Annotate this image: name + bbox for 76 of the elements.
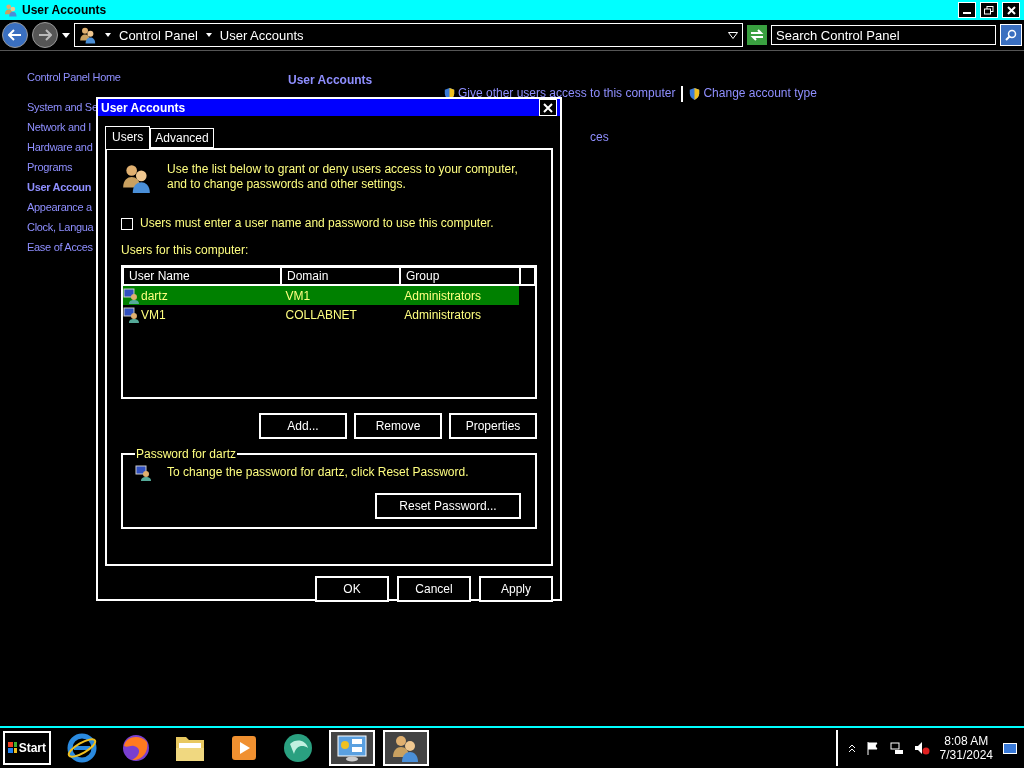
breadcrumb[interactable]: Control Panel — [119, 27, 198, 43]
clock-date[interactable]: 7/31/2024 — [939, 748, 993, 762]
app-icon — [4, 3, 18, 17]
group-title: Password for dartz — [135, 447, 238, 461]
browser-icon — [66, 732, 98, 764]
table-cell-text: VM1 — [284, 288, 312, 303]
close-button[interactable] — [539, 99, 557, 116]
close-button[interactable] — [1002, 2, 1020, 18]
caret-icon[interactable] — [205, 33, 212, 37]
sidebar-link[interactable]: Control Panel Home — [27, 71, 232, 83]
user-row[interactable]: dartz VM1 Administrators — [123, 286, 519, 305]
password-text: To change the password for dartz, click Reset Password. — [167, 465, 469, 480]
user-icon — [123, 306, 139, 323]
clock-time[interactable]: 8:08 AM — [944, 734, 989, 748]
column-header[interactable]: User Name — [123, 267, 281, 285]
caret-icon[interactable] — [105, 33, 111, 37]
forward-arrow-icon — [38, 29, 52, 41]
dropdown-icon[interactable] — [728, 31, 738, 39]
search-field[interactable]: Search Control Panel — [771, 25, 996, 45]
window-title: User Accounts — [22, 3, 108, 17]
shield-icon — [689, 87, 701, 100]
users-icon — [391, 733, 421, 763]
column-header[interactable] — [520, 267, 535, 285]
column-header[interactable]: Group — [400, 267, 520, 285]
show-desktop-icon[interactable] — [1003, 741, 1017, 755]
media-player-icon — [230, 734, 258, 762]
intro-text: Use the list below to grant or deny users access to your computer, and to change passwords and other settings. — [167, 162, 519, 192]
location-icon — [79, 26, 97, 44]
control-panel-icon — [336, 734, 368, 762]
back-button[interactable] — [2, 22, 28, 48]
checkbox[interactable] — [121, 217, 133, 230]
table-cell-text: VM1 — [139, 307, 167, 322]
table-cell-text: dartz — [139, 288, 169, 303]
fox-globe-icon — [120, 732, 152, 764]
checkbox-label[interactable]: Users must enter a user name and password to use this computer. — [140, 216, 494, 231]
task-link[interactable]: ces — [590, 130, 817, 144]
minimize-button[interactable] — [958, 2, 976, 18]
dialog-button[interactable]: Cancel — [397, 576, 471, 602]
network-icon[interactable] — [889, 741, 904, 755]
list-button[interactable]: Properties — [449, 413, 537, 439]
table-cell-text: Administrators — [403, 288, 482, 303]
tab[interactable]: Advanced — [150, 128, 214, 148]
list-button[interactable]: Remove — [354, 413, 442, 439]
restore-icon — [984, 5, 994, 15]
table-cell-text: Administrators — [403, 307, 482, 322]
refresh-icon[interactable] — [747, 25, 767, 45]
flag-icon[interactable] — [865, 741, 880, 755]
restore-button[interactable] — [980, 2, 998, 18]
orb-icon — [282, 732, 314, 764]
dialog-title: User Accounts — [101, 100, 187, 115]
back-arrow-icon — [8, 29, 22, 41]
windows-logo-icon — [8, 742, 17, 754]
dialog-button[interactable]: OK — [315, 576, 389, 602]
start-button[interactable]: Start — [3, 731, 51, 765]
user-icon — [135, 465, 151, 481]
table-cell-text: COLLABNET — [284, 307, 358, 322]
close-icon — [1006, 5, 1016, 15]
column-header[interactable]: Domain — [281, 267, 400, 285]
user-icon — [123, 287, 139, 304]
section-heading[interactable]: User Accounts — [288, 73, 817, 87]
reset-password-button[interactable]: Reset Password... — [375, 493, 521, 519]
dropdown-icon[interactable] — [62, 32, 70, 38]
list-label: Users for this computer: — [121, 243, 250, 257]
muted-speaker-icon[interactable] — [913, 741, 930, 755]
list-button[interactable]: Add... — [259, 413, 347, 439]
breadcrumb[interactable]: User Accounts — [219, 27, 304, 43]
chevron-up-icon[interactable] — [847, 744, 856, 752]
tab[interactable]: Users — [105, 126, 151, 149]
close-icon — [543, 102, 553, 113]
users-icon — [121, 162, 153, 194]
search-button[interactable] — [1000, 24, 1022, 46]
address-bar[interactable]: Control Panel User Accounts — [74, 23, 743, 47]
forward-button[interactable] — [32, 22, 58, 48]
dialog-button[interactable]: Apply — [479, 576, 553, 602]
search-icon — [1005, 29, 1017, 41]
task-link[interactable]: Change account type — [689, 87, 817, 100]
